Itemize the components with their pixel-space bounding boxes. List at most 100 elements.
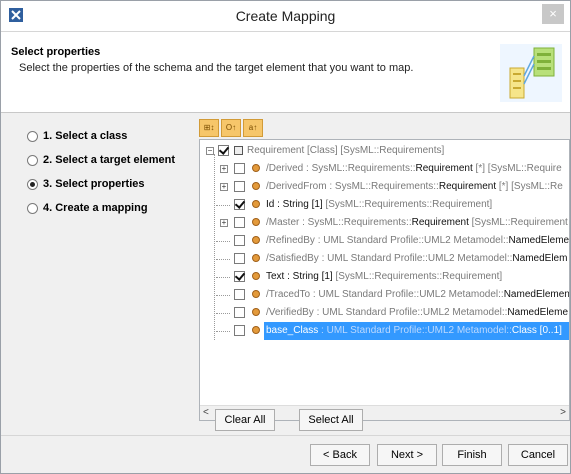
expand-icon[interactable]: + <box>220 219 228 227</box>
property-type: NamedElem <box>512 253 568 264</box>
property-name: base_Class <box>266 325 319 336</box>
step-select-properties[interactable]: 3. Select properties <box>27 175 145 193</box>
checkbox-checked[interactable] <box>234 199 245 210</box>
tree-guide-line <box>216 313 230 314</box>
dialog-footer: < Back Next > Finish Cancel <box>1 435 570 474</box>
expand-icon[interactable]: + <box>220 165 228 173</box>
property-name: /DerivedFrom <box>266 181 327 192</box>
property-owner: [SysML::Requirement <box>468 217 568 228</box>
tree-item-selected[interactable]: base_Class : UML Standard Profile::UML2 … <box>200 322 569 340</box>
checkbox-checked[interactable] <box>234 271 245 282</box>
step-label: 4. Create a mapping <box>43 202 148 214</box>
checkbox[interactable] <box>234 307 245 318</box>
header-description: Select the properties of the schema and … <box>19 62 414 74</box>
step-select-target-element[interactable]: 2. Select a target element <box>27 151 175 169</box>
wizard-header: Select properties Select the properties … <box>1 32 570 113</box>
step-label: 1. Select a class <box>43 130 128 142</box>
property-type-path: : UML Standard Profile::UML2 Metamodel:: <box>310 289 504 300</box>
property-icon <box>252 254 260 262</box>
next-button[interactable]: Next > <box>377 444 437 466</box>
property-type-path: : UML Standard Profile::UML2 Metamodel:: <box>314 235 509 246</box>
property-type-path: : SysML::Requirements:: <box>303 163 416 174</box>
property-type: : String [1] <box>274 199 323 210</box>
window-title: Create Mapping <box>235 8 336 24</box>
property-owner: [SysML::Requirements::Requirement] <box>332 271 503 282</box>
title-bar: Create Mapping × <box>1 1 570 32</box>
step-radio-selected[interactable] <box>27 178 38 190</box>
property-name: /TracedTo <box>266 289 311 300</box>
header-title: Select properties <box>11 46 101 58</box>
property-type: NamedElemen <box>508 235 570 246</box>
select-all-button[interactable]: Select All <box>299 409 363 431</box>
property-type: NamedEleme <box>507 307 569 318</box>
back-button[interactable]: < Back <box>310 444 370 466</box>
step-select-class[interactable]: 1. Select a class <box>27 127 127 145</box>
class-icon <box>234 146 243 155</box>
create-mapping-dialog: Create Mapping × Select properties Selec… <box>0 0 571 474</box>
mapping-wizard-illustration <box>500 44 562 102</box>
property-name: /Master <box>266 217 300 228</box>
tree-toolbar: ⊞↕ O↑ a↑ <box>199 119 265 139</box>
scroll-left-icon[interactable]: < <box>203 407 209 418</box>
tree-item[interactable]: + /Master : SysML::Requirements::Require… <box>200 214 569 232</box>
checkbox[interactable] <box>234 235 245 246</box>
property-type: Requirement <box>438 181 497 192</box>
checkbox-checked[interactable] <box>218 145 229 156</box>
checkbox[interactable] <box>234 217 245 228</box>
step-radio[interactable] <box>27 154 38 166</box>
checkbox[interactable] <box>234 163 245 174</box>
clear-all-button[interactable]: Clear All <box>215 409 275 431</box>
tree-item[interactable]: /VerifiedBy : UML Standard Profile::UML2… <box>200 304 569 322</box>
checkbox[interactable] <box>234 181 245 192</box>
tree-item[interactable]: + /Derived : SysML::Requirements::Requir… <box>200 160 569 178</box>
finish-button[interactable]: Finish <box>442 444 502 466</box>
property-icon <box>252 218 260 226</box>
property-icon <box>252 326 260 334</box>
checkbox[interactable] <box>234 289 245 300</box>
sort-alpha-icon[interactable]: a↑ <box>243 119 263 137</box>
property-icon <box>252 200 260 208</box>
property-icon <box>252 290 260 298</box>
property-icon <box>252 308 260 316</box>
property-type-path: : SysML::Requirements:: <box>326 181 439 192</box>
checkbox[interactable] <box>234 325 245 336</box>
property-icon <box>252 272 260 280</box>
property-type: NamedElemen <box>503 289 570 300</box>
tree-item[interactable]: + /DerivedFrom : SysML::Requirements::Re… <box>200 178 569 196</box>
expand-icon[interactable]: + <box>220 183 228 191</box>
wizard-steps: 1. Select a class 2. Select a target ele… <box>11 113 191 429</box>
property-name: /Derived <box>266 163 304 174</box>
tree-item[interactable]: Id : String [1] [SysML::Requirements::Re… <box>200 196 569 214</box>
property-name: Text <box>266 271 285 282</box>
tree-guide-line <box>216 259 230 260</box>
property-type-path: : SysML::Requirements:: <box>299 217 412 228</box>
close-button[interactable]: × <box>542 4 564 24</box>
step-radio[interactable] <box>27 130 38 142</box>
properties-tree[interactable]: − Requirement [Class] [SysML::Requiremen… <box>199 139 570 421</box>
expand-all-icon[interactable]: ⊞↕ <box>199 119 219 137</box>
property-name: /SatisfiedBy <box>266 253 319 264</box>
step-label: 2. Select a target element <box>43 154 176 166</box>
step-radio[interactable] <box>27 202 38 214</box>
property-type-path: : UML Standard Profile::UML2 Metamodel:: <box>318 253 513 264</box>
property-icon <box>252 236 260 244</box>
collapse-icon[interactable]: − <box>206 147 214 155</box>
tree-root[interactable]: − Requirement [Class] [SysML::Requiremen… <box>200 142 569 160</box>
property-type-path: : UML Standard Profile::UML2 Metamodel:: <box>313 307 508 318</box>
property-name: /RefinedBy <box>266 235 315 246</box>
scroll-right-icon[interactable]: > <box>560 407 566 418</box>
sort-icon[interactable]: O↑ <box>221 119 241 137</box>
tree-item[interactable]: /SatisfiedBy : UML Standard Profile::UML… <box>200 250 569 268</box>
checkbox[interactable] <box>234 253 245 264</box>
property-type: Requirement <box>411 217 469 228</box>
tree-item[interactable]: /RefinedBy : UML Standard Profile::UML2 … <box>200 232 569 250</box>
property-type-path: : UML Standard Profile::UML2 Metamodel:: <box>318 325 512 336</box>
tree-item[interactable]: Text : String [1] [SysML::Requirements::… <box>200 268 569 286</box>
tree-guide-line <box>216 205 230 206</box>
tree-item[interactable]: /TracedTo : UML Standard Profile::UML2 M… <box>200 286 569 304</box>
step-label: 3. Select properties <box>43 178 145 190</box>
step-create-mapping[interactable]: 4. Create a mapping <box>27 199 148 217</box>
property-owner: [*] [SysML::Re <box>496 181 563 192</box>
cancel-button[interactable]: Cancel <box>508 444 568 466</box>
tree-guide-line <box>216 295 230 296</box>
